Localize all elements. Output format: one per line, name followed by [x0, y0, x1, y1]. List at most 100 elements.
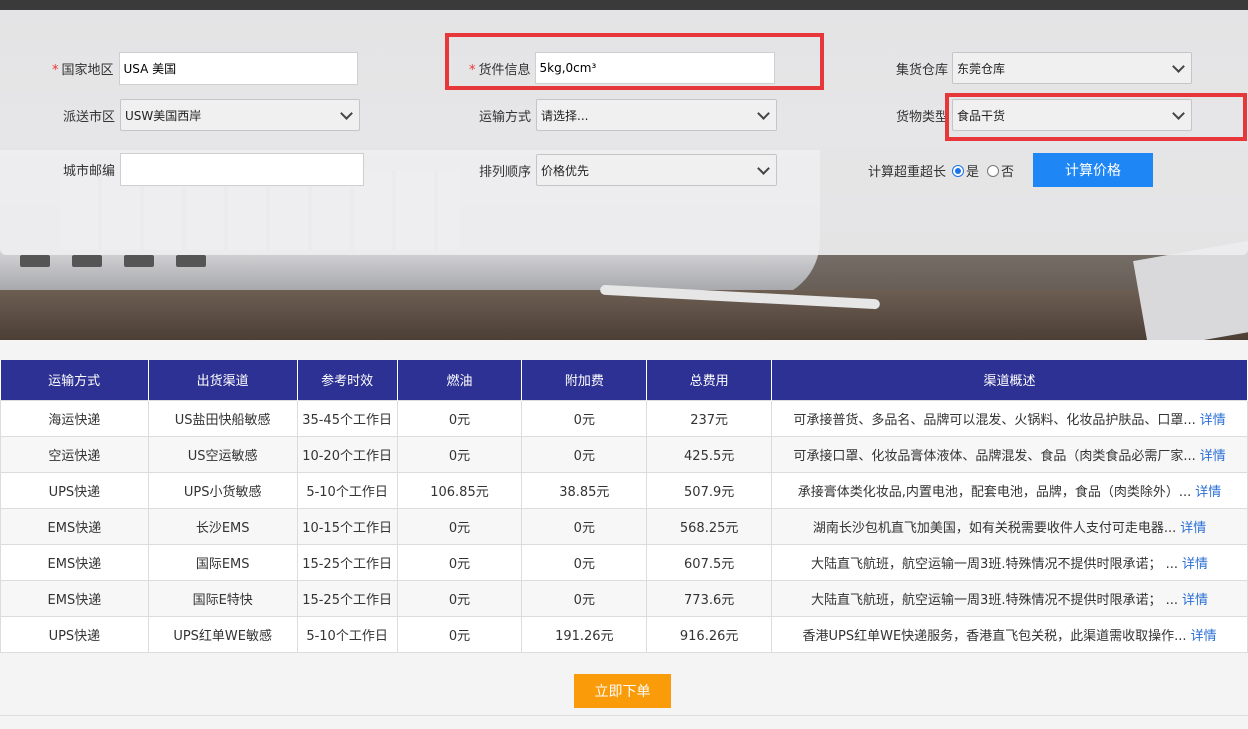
cell-time: 5-10个工作日 — [296, 615, 398, 653]
city-area-value: USW美国西岸 — [125, 108, 202, 123]
footer-divider — [0, 715, 1248, 716]
sort-label: 排列顺序 — [479, 164, 532, 180]
country-input[interactable]: USA 美国 — [118, 52, 358, 85]
city-area-label: 派送市区 — [63, 109, 116, 125]
cell-method: 海运快递 — [0, 399, 149, 437]
detail-link[interactable]: 详情 — [1182, 593, 1208, 608]
col-header-method: 运输方式 — [0, 360, 149, 400]
cell-method: 空运快递 — [0, 435, 149, 473]
postcode-input[interactable] — [120, 153, 365, 186]
oversize-row: 计算超重超长 是 否 — [868, 161, 1014, 180]
chevron-down-icon — [757, 106, 770, 120]
cell-fuel: 106.85元 — [396, 471, 523, 509]
cell-time: 15-25个工作日 — [296, 579, 398, 617]
cell-fuel: 0元 — [396, 579, 523, 617]
place-order-button[interactable]: 立即下单 — [574, 674, 671, 708]
chevron-down-icon — [1172, 59, 1185, 73]
radio-unchecked-icon[interactable] — [987, 164, 1000, 177]
cell-method: UPS快递 — [0, 471, 149, 509]
cell-method: EMS快递 — [0, 579, 149, 617]
overview-text: 可承接普货、多品名、品牌可以混发、火锅料、化妆品护肤品、口罩... — [793, 412, 1196, 428]
cell-overview: 大陆直飞航班，航空运输一周3班.特殊情况不提供时限承诺； ... 详情 — [771, 579, 1248, 617]
detail-link[interactable]: 详情 — [1200, 413, 1226, 428]
cell-channel: UPS红单WE敏感 — [147, 615, 298, 653]
cell-channel: 国际EMS — [147, 543, 298, 581]
cell-fuel: 0元 — [396, 435, 523, 473]
chevron-down-icon — [340, 106, 353, 120]
results-table: 运输方式 出货渠道 参考时效 燃油 附加费 总费用 渠道概述 海运快递 US盐田快… — [0, 360, 1248, 653]
city-area-row: 派送市区 USW美国西岸 — [63, 99, 361, 131]
laptop-ports — [20, 255, 320, 269]
cell-overview: 可承接口罩、化妆品膏体液体、品牌混发、食品（肉类食品必需厂家... 详情 — [771, 435, 1248, 473]
cell-total: 916.26元 — [646, 615, 773, 653]
overview-text: 湖南长沙包机直飞加美国，如有关税需要收件人支付可走电器... — [812, 520, 1177, 536]
warehouse-value: 东莞仓库 — [957, 61, 1006, 76]
warehouse-select[interactable]: 东莞仓库 — [952, 52, 1193, 84]
overview-text: 可承接口罩、化妆品膏体液体、品牌混发、食品（肉类食品必需厂家... — [793, 448, 1196, 464]
table-header-row: 运输方式 出货渠道 参考时效 燃油 附加费 总费用 渠道概述 — [0, 360, 1248, 400]
col-header-time: 参考时效 — [297, 360, 398, 400]
cell-channel: UPS小货敏感 — [147, 471, 298, 509]
desk-image — [0, 290, 1248, 340]
table-row: UPS快递 UPS红单WE敏感 5-10个工作日 0元 191.26元 916.26元 香港… — [0, 615, 1248, 653]
cell-overview: 承接膏体类化妆品,内置电池，配套电池，品牌，食品（肉类除外）... 详情 — [771, 471, 1248, 509]
cell-time: 10-15个工作日 — [296, 507, 398, 545]
cell-overview: 湖南长沙包机直飞加美国，如有关税需要收件人支付可走电器... 详情 — [771, 507, 1248, 545]
cell-surcharge: 0元 — [521, 399, 648, 437]
sort-select[interactable]: 价格优先 — [536, 154, 778, 186]
shipping-method-select[interactable]: 请选择... — [536, 99, 778, 131]
oversize-yes-label: 是 — [966, 165, 980, 180]
detail-link[interactable]: 详情 — [1182, 557, 1208, 572]
cell-surcharge: 38.85元 — [521, 471, 648, 509]
sort-value: 价格优先 — [541, 163, 590, 178]
postcode-row: 城市邮编 — [63, 153, 365, 186]
postcode-label: 城市邮编 — [63, 164, 116, 179]
cell-overview: 香港UPS红单WE快递服务，香港直飞包关税，此渠道需收取操作... 详情 — [771, 615, 1248, 653]
city-area-select[interactable]: USW美国西岸 — [120, 99, 361, 131]
sort-row: 排列顺序 价格优先 — [479, 154, 778, 186]
cell-fuel: 0元 — [396, 399, 523, 437]
table-row: EMS快递 长沙EMS 10-15个工作日 0元 0元 568.25元 湖南长沙包机直飞加美… — [0, 507, 1248, 545]
overview-text: 香港UPS红单WE快递服务，香港直飞包关税，此渠道需收取操作... — [802, 628, 1187, 644]
cell-overview: 可承接普货、多品名、品牌可以混发、火锅料、化妆品护肤品、口罩... 详情 — [771, 399, 1248, 437]
cell-time: 15-25个工作日 — [296, 543, 398, 581]
table-row: UPS快递 UPS小货敏感 5-10个工作日 106.85元 38.85元 507.9元承… — [0, 471, 1248, 509]
cell-surcharge: 0元 — [521, 543, 648, 581]
cell-total: 607.5元 — [646, 543, 773, 581]
cell-channel: US盐田快船敏感 — [147, 399, 298, 437]
cell-fuel: 0元 — [396, 507, 523, 545]
cell-fuel: 0元 — [396, 615, 523, 653]
cell-method: EMS快递 — [0, 507, 149, 545]
table-row: EMS快递 国际EMS 15-25个工作日 0元 0元 607.5元 大陆直飞航班，航空运输… — [0, 543, 1248, 581]
cell-surcharge: 0元 — [521, 507, 648, 545]
goods-type-highlight-box — [945, 93, 1247, 141]
cell-method: EMS快递 — [0, 543, 149, 581]
table-row: EMS快递 国际E特快 15-25个工作日 0元 0元 773.6元 大陆直飞航班，航空运输… — [0, 579, 1248, 617]
oversize-no-option[interactable]: 否 — [987, 161, 1014, 180]
calculate-price-button[interactable]: 计算价格 — [1033, 153, 1153, 187]
chevron-down-icon — [757, 161, 770, 175]
cell-total: 507.9元 — [646, 471, 773, 509]
detail-link[interactable]: 详情 — [1195, 485, 1221, 500]
radio-checked-icon[interactable] — [952, 164, 965, 177]
oversize-no-label: 否 — [1001, 165, 1015, 180]
cell-channel: 国际E特快 — [147, 579, 298, 617]
overview-text: 承接膏体类化妆品,内置电池，配套电池，品牌，食品（肉类除外）... — [797, 484, 1192, 500]
table-row: 空运快递 US空运敏感 10-20个工作日 0元 0元 425.5元 可承接口罩、化妆品膏体… — [0, 435, 1248, 473]
shipping-method-value: 请选择... — [541, 108, 589, 123]
cell-channel: 长沙EMS — [147, 507, 298, 545]
detail-link[interactable]: 详情 — [1180, 521, 1206, 536]
cell-time: 5-10个工作日 — [296, 471, 398, 509]
cell-surcharge: 191.26元 — [521, 615, 648, 653]
detail-link[interactable]: 详情 — [1200, 449, 1226, 464]
cell-total: 425.5元 — [646, 435, 773, 473]
detail-link[interactable]: 详情 — [1191, 629, 1217, 644]
col-header-surcharge: 附加费 — [521, 360, 648, 400]
oversize-yes-option[interactable]: 是 — [952, 161, 979, 180]
cell-surcharge: 0元 — [521, 435, 648, 473]
col-header-channel: 出货渠道 — [148, 360, 298, 400]
col-header-fuel: 燃油 — [397, 360, 523, 400]
overview-text: 大陆直飞航班，航空运输一周3班.特殊情况不提供时限承诺； ... — [811, 556, 1178, 572]
cell-total: 237元 — [646, 399, 773, 437]
cargo-highlight-box — [445, 33, 824, 90]
